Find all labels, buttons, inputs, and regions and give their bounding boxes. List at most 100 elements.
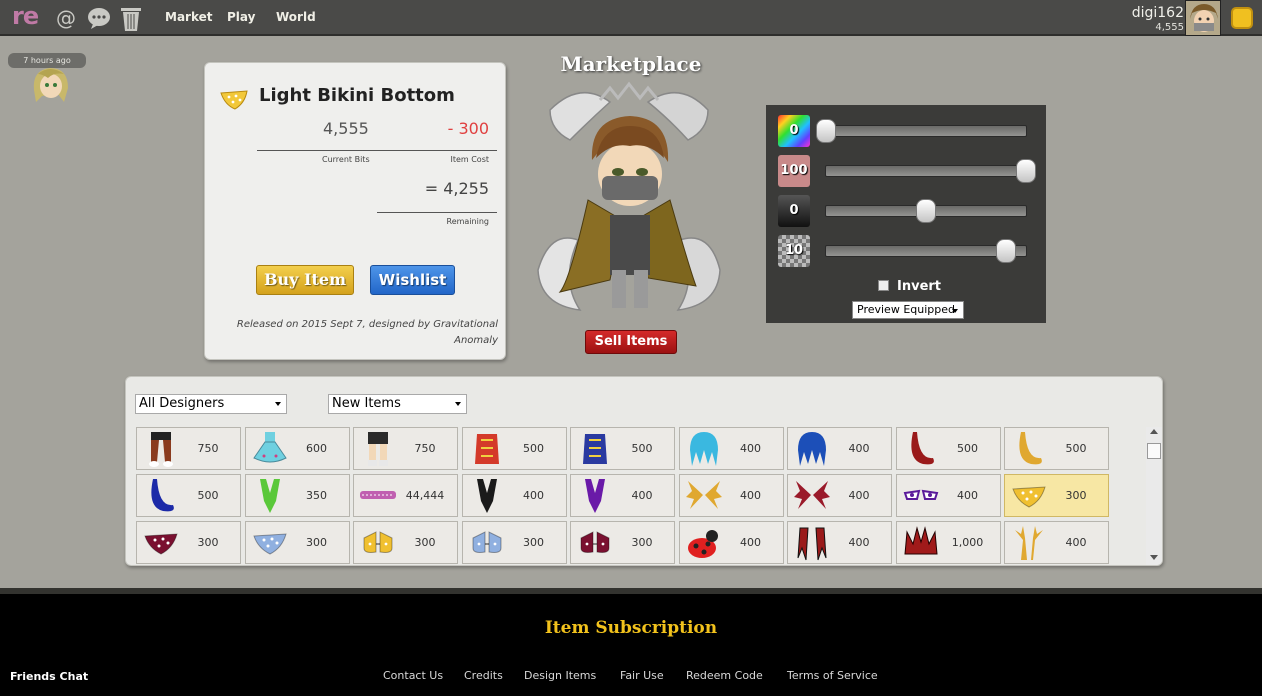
nav-play-link[interactable]: Play <box>227 10 255 24</box>
invert-checkbox[interactable] <box>878 280 889 291</box>
item-cell[interactable]: 400 <box>787 474 892 517</box>
footer-link-redeem-code[interactable]: Redeem Code <box>686 669 763 682</box>
nav-market-link[interactable]: Market <box>165 10 213 24</box>
item-cell[interactable]: 400 <box>570 474 675 517</box>
scrollbar-thumb[interactable] <box>1147 443 1161 459</box>
current-bits-label: Current Bits <box>322 155 370 164</box>
scroll-down-icon[interactable] <box>1150 555 1158 560</box>
avatar-preview <box>530 80 728 320</box>
item-price: 400 <box>848 536 870 549</box>
saturation-slider-handle[interactable] <box>1016 159 1036 183</box>
footer: Item Subscription Friends Chat Contact U… <box>0 594 1262 696</box>
item-cell[interactable]: 400 <box>461 474 567 517</box>
hair-icon <box>794 430 830 468</box>
contrast-slider-handle[interactable] <box>996 239 1016 263</box>
wishlist-button[interactable]: Wishlist <box>370 265 455 295</box>
item-price: 400 <box>957 489 978 502</box>
claws-icon <box>794 524 830 562</box>
item-cell[interactable]: 400 <box>678 474 784 517</box>
footer-link-contact-us[interactable]: Contact Us <box>383 669 443 682</box>
bodysuit-icon <box>469 477 505 515</box>
bikini-bottom-icon <box>1011 477 1047 515</box>
item-cell[interactable]: 750 <box>353 427 458 470</box>
preview-select[interactable]: Preview Equipped <box>852 301 964 319</box>
nav-world-link[interactable]: World <box>276 10 316 24</box>
preview-select-value: Preview Equipped <box>857 303 955 316</box>
item-price: 350 <box>306 489 327 502</box>
item-cell[interactable]: 300 <box>570 521 675 564</box>
item-cell[interactable]: 350 <box>244 474 350 517</box>
item-price: 500 <box>197 489 219 502</box>
contrast-slider[interactable] <box>825 239 1027 263</box>
user-avatar[interactable] <box>1185 0 1221 36</box>
item-price: 1,000 <box>951 536 984 549</box>
saturation-slider[interactable] <box>825 159 1036 183</box>
item-cell[interactable]: 300 <box>461 521 567 564</box>
item-price: 500 <box>1065 442 1087 455</box>
footer-link-design-items[interactable]: Design Items <box>524 669 596 682</box>
item-cell[interactable]: 400 <box>678 427 784 470</box>
item-cell[interactable]: 400 <box>787 521 892 564</box>
hue-slider[interactable] <box>816 119 1027 143</box>
item-cell-selected[interactable]: 300 <box>1004 474 1109 517</box>
current-bits-value: 4,555 <box>323 119 369 138</box>
item-price: 300 <box>1065 489 1087 502</box>
hue-slider-handle[interactable] <box>816 119 836 143</box>
username[interactable]: digi162 <box>1132 5 1184 21</box>
item-cell[interactable]: 500 <box>136 474 241 517</box>
item-grid-scrollbar[interactable] <box>1146 427 1162 565</box>
item-cell[interactable]: 500 <box>895 427 1001 470</box>
designer-filter-select[interactable]: All Designers <box>135 394 287 414</box>
item-cell[interactable]: 300 <box>353 521 458 564</box>
footer-link-terms-of-service[interactable]: Terms of Service <box>787 669 878 682</box>
remaining-value: = 4,255 <box>424 179 489 198</box>
brightness-slider[interactable] <box>825 199 1027 223</box>
item-price: 500 <box>631 442 653 455</box>
site-logo[interactable]: re <box>12 2 39 30</box>
tail-icon <box>903 430 939 468</box>
buy-item-button[interactable]: Buy Item <box>256 265 354 295</box>
sort-filter-select[interactable]: New Items <box>328 394 467 414</box>
top-icon <box>469 430 505 468</box>
item-cell[interactable]: 300 <box>244 521 350 564</box>
item-cell[interactable]: 44,444 <box>353 474 458 517</box>
item-cell[interactable]: 400 <box>787 427 892 470</box>
brightness-slider-handle[interactable] <box>916 199 936 223</box>
item-price: 400 <box>848 442 870 455</box>
item-cell[interactable]: 400 <box>895 474 1001 517</box>
notification-avatar[interactable] <box>28 64 74 106</box>
color-adjust-panel: 0 100 0 10 Invert Preview Equipped <box>766 105 1046 323</box>
item-price: 500 <box>957 442 978 455</box>
item-cell[interactable]: 400 <box>678 521 784 564</box>
trash-icon[interactable] <box>119 6 143 31</box>
item-cell[interactable]: 500 <box>461 427 567 470</box>
item-cell[interactable]: 500 <box>1004 427 1109 470</box>
bodysuit-icon <box>252 477 288 515</box>
bikini-bottom-icon <box>143 524 179 562</box>
item-price: 300 <box>631 536 653 549</box>
brightness-swatch-icon: 0 <box>778 195 810 227</box>
bikini-top-icon <box>577 524 613 562</box>
at-icon[interactable]: @ <box>54 6 78 30</box>
sort-filter-value: New Items <box>332 396 401 411</box>
item-cell[interactable]: 600 <box>244 427 350 470</box>
hair-icon <box>686 430 722 468</box>
footer-link-credits[interactable]: Credits <box>464 669 503 682</box>
item-cell[interactable]: 750 <box>136 427 241 470</box>
item-cost-label: Item Cost <box>450 155 489 164</box>
chat-bubble-icon[interactable] <box>87 6 111 30</box>
item-subscription-link[interactable]: Item Subscription <box>0 618 1262 638</box>
item-cell[interactable]: 400 <box>1004 521 1109 564</box>
scroll-up-icon[interactable] <box>1150 429 1158 434</box>
friends-chat-button[interactable]: Friends Chat <box>10 670 88 683</box>
bits-coin-icon[interactable] <box>1231 7 1253 29</box>
item-cell[interactable]: 300 <box>136 521 241 564</box>
tail-icon <box>1011 430 1047 468</box>
footer-link-fair-use[interactable]: Fair Use <box>620 669 664 682</box>
item-price: 400 <box>631 489 653 502</box>
item-cell[interactable]: 500 <box>570 427 675 470</box>
item-price: 300 <box>197 536 219 549</box>
sell-items-button[interactable]: Sell Items <box>585 330 677 354</box>
item-cell[interactable]: 1,000 <box>895 521 1001 564</box>
item-price: 300 <box>414 536 436 549</box>
